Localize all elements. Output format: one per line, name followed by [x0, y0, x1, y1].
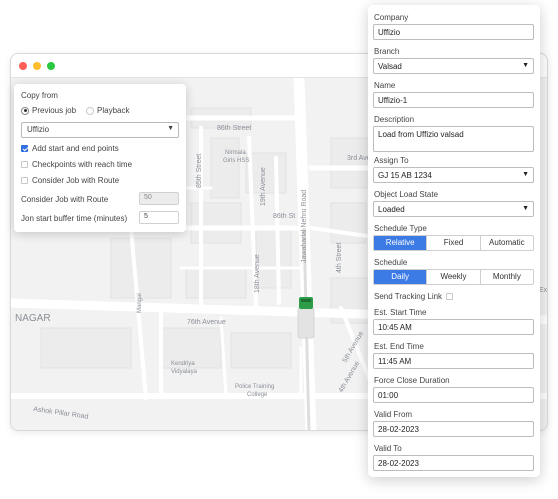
- route-label: Consider Job with Route: [21, 195, 109, 204]
- schedule-type-toggle: Relative Fixed Automatic: [373, 235, 534, 251]
- schedule-monthly[interactable]: Monthly: [481, 270, 533, 284]
- description-input[interactable]: Load from Uffizio valsad: [373, 126, 534, 152]
- est-start-label: Est. Start Time: [374, 308, 427, 317]
- schedule-type-automatic[interactable]: Automatic: [481, 236, 533, 250]
- chevron-down-icon: ▼: [167, 125, 174, 132]
- maximize-window-dot[interactable]: [47, 62, 55, 70]
- map-label: Police Training: [235, 384, 274, 390]
- object-state-select[interactable]: Loaded ▼: [373, 201, 534, 217]
- copy-company-value: Uffizio: [27, 125, 50, 134]
- map-label: 85th Street: [196, 154, 203, 188]
- chevron-down-icon: ▼: [522, 205, 529, 212]
- map-label: 18th Avenue: [254, 254, 261, 293]
- schedule-toggle: Daily Weekly Monthly: [373, 269, 534, 285]
- map-label: 76th Avenue: [187, 319, 226, 326]
- map-label: Kendriya: [171, 361, 195, 367]
- est-end-input[interactable]: 11:45 AM: [373, 353, 534, 369]
- map-label: Mangal: [137, 293, 143, 313]
- job-form-panel: Company Uffizio Branch Valsad ▼ Name Uff…: [368, 5, 540, 477]
- schedule-daily[interactable]: Daily: [374, 270, 428, 284]
- checkpoints-checkbox[interactable]: [21, 161, 28, 168]
- assign-value: GJ 15 AB 1234: [378, 171, 432, 180]
- map-label: 86th Street: [217, 125, 251, 132]
- valid-from-label: Valid From: [374, 410, 413, 419]
- force-close-label: Force Close Duration: [374, 376, 450, 385]
- buffer-input[interactable]: 5: [139, 211, 179, 224]
- copy-company-select[interactable]: Uffizio ▼: [21, 122, 179, 138]
- object-state-value: Loaded: [378, 205, 405, 214]
- map-label: 86th St: [273, 213, 295, 220]
- checkpoints-row[interactable]: Checkpoints with reach time: [21, 160, 132, 169]
- map-label: Jawaharlal Nehru Road: [301, 190, 308, 263]
- previous-job-radio[interactable]: [21, 106, 29, 115]
- assign-select[interactable]: GJ 15 AB 1234 ▼: [373, 167, 534, 183]
- company-label: Company: [374, 13, 409, 22]
- branch-select[interactable]: Valsad ▼: [373, 58, 534, 74]
- schedule-type-fixed[interactable]: Fixed: [427, 236, 481, 250]
- name-label: Name: [374, 81, 396, 90]
- playback-radio[interactable]: [86, 106, 95, 115]
- valid-to-input[interactable]: 28-02-2023: [373, 455, 534, 471]
- assign-label: Assign To: [374, 156, 409, 165]
- consider-route-row[interactable]: Consider Job with Route: [21, 176, 119, 185]
- previous-job-label: Previous job: [32, 106, 77, 115]
- description-label: Description: [374, 115, 415, 124]
- minimize-window-dot[interactable]: [33, 62, 41, 70]
- map-label: 19th Avenue: [260, 167, 267, 206]
- add-points-checkbox[interactable]: [21, 145, 28, 152]
- valid-to-label: Valid To: [374, 444, 402, 453]
- send-tracking-checkbox[interactable]: [446, 293, 454, 301]
- object-state-label: Object Load State: [374, 190, 439, 199]
- close-window-dot[interactable]: [19, 62, 27, 70]
- buffer-label: Jon start buffer time (minutes): [21, 214, 128, 223]
- schedule-type-label: Schedule Type: [374, 224, 427, 233]
- route-input[interactable]: 50: [139, 192, 179, 205]
- vehicle-marker[interactable]: [297, 297, 315, 339]
- map-label: NAGAR: [15, 313, 51, 324]
- schedule-weekly[interactable]: Weekly: [427, 270, 481, 284]
- est-end-label: Est. End Time: [374, 342, 424, 351]
- copy-source-radios: Previous job Playback: [21, 106, 130, 115]
- map-label: Ex: [539, 287, 548, 294]
- chevron-down-icon: ▼: [522, 62, 529, 69]
- consider-route-checkbox[interactable]: [21, 177, 28, 184]
- map-label: 4th Street: [336, 243, 343, 273]
- valid-from-input[interactable]: 28-02-2023: [373, 421, 534, 437]
- copy-from-title: Copy from: [21, 91, 58, 100]
- send-tracking-row: Send Tracking Link: [374, 292, 454, 301]
- send-tracking-label: Send Tracking Link: [374, 292, 443, 301]
- schedule-type-relative[interactable]: Relative: [374, 236, 428, 250]
- checkpoints-label: Checkpoints with reach time: [32, 160, 133, 169]
- chevron-down-icon: ▼: [522, 171, 529, 178]
- map-label: Girls HSS: [223, 158, 249, 164]
- branch-label: Branch: [374, 47, 400, 56]
- schedule-label: Schedule: [374, 258, 408, 267]
- map-label: College: [247, 392, 268, 398]
- consider-route-label: Consider Job with Route: [32, 176, 120, 185]
- copy-from-panel: Copy from Previous job Playback Uffizio …: [14, 84, 186, 232]
- est-start-input[interactable]: 10:45 AM: [373, 319, 534, 335]
- branch-value: Valsad: [378, 62, 402, 71]
- add-points-row[interactable]: Add start and end points: [21, 144, 119, 153]
- map-label: Vidyalaya: [171, 369, 198, 375]
- add-points-label: Add start and end points: [32, 144, 119, 153]
- playback-label: Playback: [97, 106, 130, 115]
- name-input[interactable]: Uffizio-1: [373, 92, 534, 108]
- force-close-input[interactable]: 01:00: [373, 387, 534, 403]
- company-input[interactable]: Uffizio: [373, 24, 534, 40]
- map-label: Nirmala: [225, 150, 246, 156]
